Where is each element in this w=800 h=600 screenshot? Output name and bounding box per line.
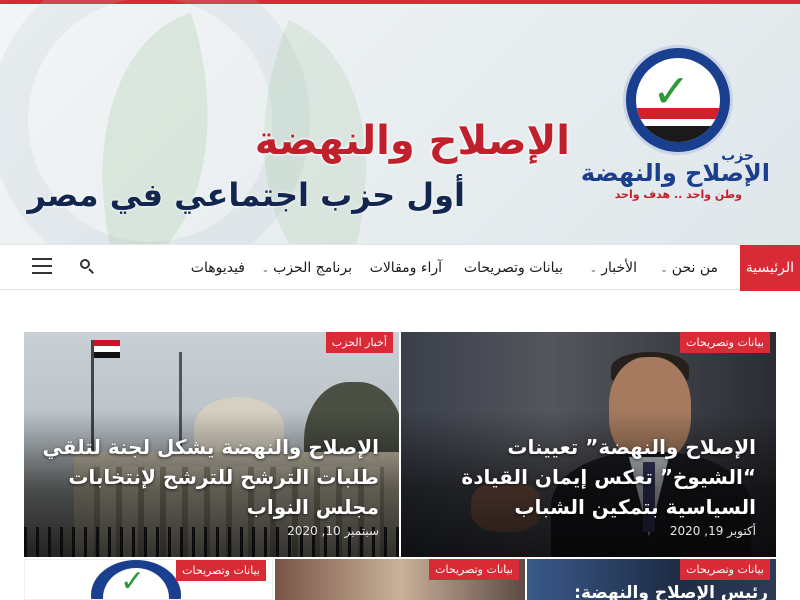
- nav-item-label: الأخبار: [601, 260, 637, 276]
- chevron-down-icon: ⌄: [261, 265, 270, 275]
- site-logo[interactable]: ✓ حزب الإصلاح والنهضة وطن واحد .. هدف وا…: [581, 45, 770, 205]
- logo-emblem: ✓: [623, 45, 733, 155]
- nav-item-label: برنامج الحزب: [273, 260, 352, 276]
- nav-item-label: آراء ومقالات: [369, 260, 442, 276]
- search-icon[interactable]: [80, 259, 94, 274]
- article-date: أكتوبر 19, 2020: [669, 524, 756, 538]
- nav-item-statements[interactable]: بيانات وتصريحات: [464, 245, 563, 291]
- chevron-down-icon: ⌄: [589, 265, 598, 275]
- logo-slogan: وطن واحد .. هدف واحد: [614, 188, 742, 201]
- nav-item-program[interactable]: برنامج الحزب⌄: [262, 245, 352, 291]
- category-badge[interactable]: بيانات وتصريحات: [429, 559, 519, 580]
- main-navigation: الرئيسية من نحن⌄ الأخبار⌄ بيانات وتصريحا…: [0, 244, 800, 291]
- nav-item-label: الرئيسية: [745, 260, 794, 276]
- article-card[interactable]: بيانات وتصريحات: [275, 559, 525, 600]
- chevron-down-icon: ⌄: [660, 265, 668, 275]
- leaf-check-icon: ✓: [652, 64, 691, 118]
- category-badge[interactable]: أخبار الحزب: [325, 332, 393, 353]
- nav-item-label: من نحن: [671, 260, 718, 276]
- leaf-check-icon: ✓: [120, 564, 146, 599]
- nav-item-label: بيانات وتصريحات: [463, 260, 563, 276]
- hero-title: الإصلاح والنهضة: [254, 118, 570, 164]
- nav-item-videos[interactable]: فيديوهات: [191, 245, 245, 291]
- site-header: الإصلاح والنهضة أول حزب اجتماعي في مصر ✓…: [0, 0, 800, 244]
- category-badge[interactable]: بيانات وتصريحات: [680, 332, 770, 353]
- article-card[interactable]: بيانات وتصريحات رئيس الإصلاح والنهضة:: [527, 559, 776, 600]
- hero-subtitle: أول حزب اجتماعي في مصر: [27, 176, 465, 214]
- featured-article-card[interactable]: بيانات وتصريحات الإصلاح والنهضة” تعيينات…: [401, 332, 776, 557]
- nav-item-label: فيديوهات: [190, 260, 245, 276]
- article-card[interactable]: ✓ بيانات وتصريحات: [24, 559, 273, 600]
- category-badge[interactable]: بيانات وتصريحات: [680, 559, 770, 580]
- logo-name: الإصلاح والنهضة: [580, 159, 770, 187]
- nav-item-opinions[interactable]: آراء ومقالات: [370, 245, 442, 291]
- nav-item-about[interactable]: من نحن⌄: [660, 245, 718, 291]
- featured-article-card[interactable]: أخبار الحزب الإصلاح والنهضة يشكل لجنة لت…: [24, 332, 399, 557]
- category-badge[interactable]: بيانات وتصريحات: [176, 560, 266, 581]
- nav-item-news[interactable]: الأخبار⌄: [590, 245, 637, 291]
- article-title[interactable]: الإصلاح والنهضة يشكل لجنة لتلقي طلبات ال…: [39, 432, 379, 522]
- nav-item-home[interactable]: الرئيسية: [739, 245, 800, 291]
- article-title[interactable]: الإصلاح والنهضة” تعيينات “الشيوخ” تعكس إ…: [416, 432, 756, 522]
- menu-icon[interactable]: [32, 258, 52, 274]
- article-date: سبتمبر 10, 2020: [287, 524, 379, 538]
- article-title[interactable]: رئيس الإصلاح والنهضة:: [574, 583, 768, 600]
